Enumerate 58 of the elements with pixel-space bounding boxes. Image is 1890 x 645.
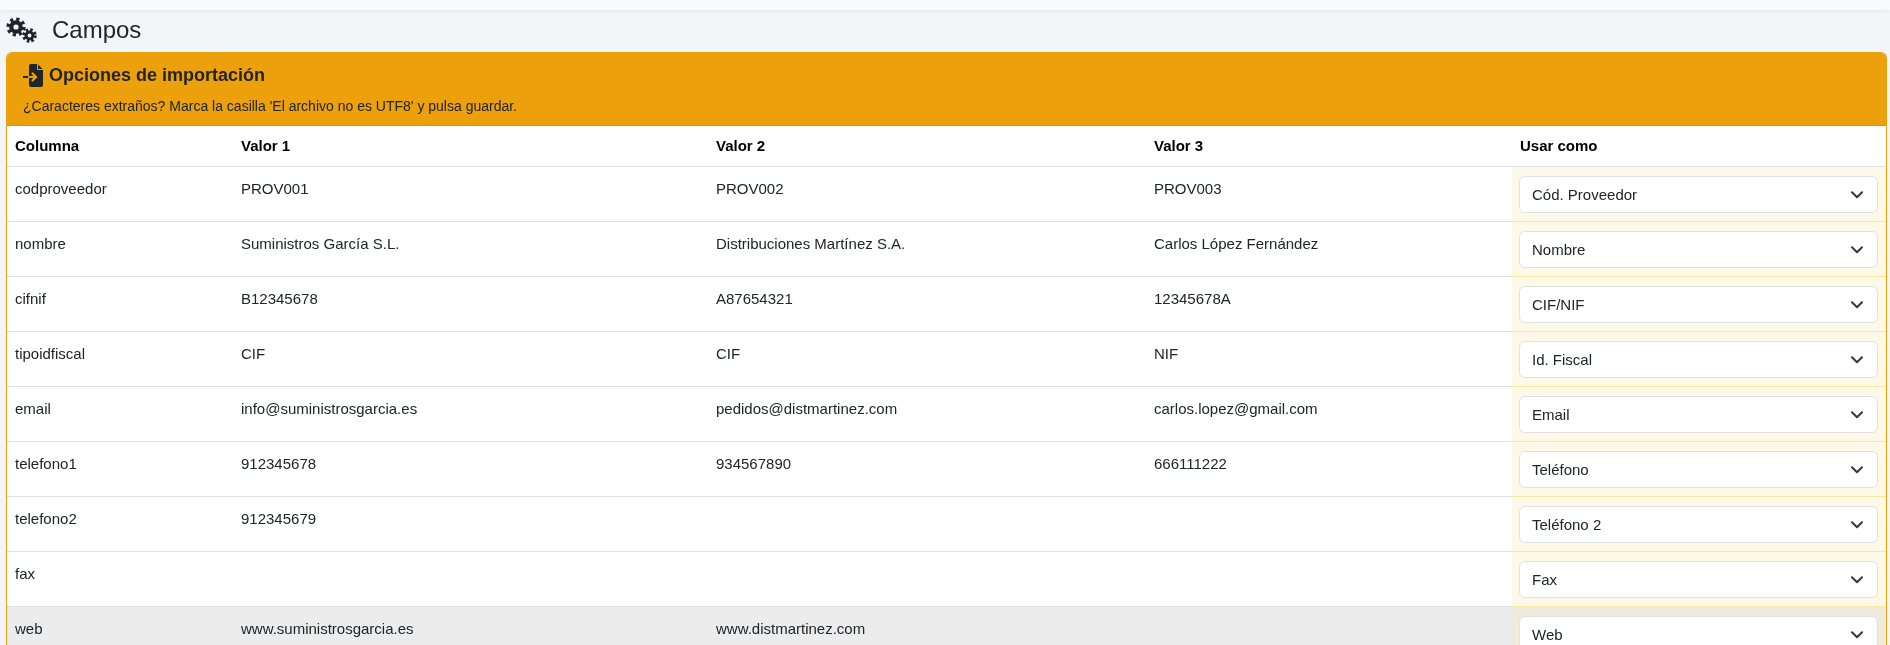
chevron-down-icon	[1851, 520, 1863, 529]
column-header: Columna	[15, 137, 80, 154]
use-as-select[interactable]: Id. Fiscal	[1519, 341, 1878, 378]
table-cell: 12345678A	[1154, 290, 1231, 307]
table-cell: Distribuciones Martínez S.A.	[716, 235, 906, 252]
table-cell: telefono2	[15, 510, 77, 527]
table-cell: carlos.lopez@gmail.com	[1154, 400, 1318, 417]
table-cell: 934567890	[716, 455, 792, 472]
card-message: ¿Caracteres extraños? Marca la casilla 'El archivo no es UTF8' y pulsa guardar.	[23, 97, 518, 116]
column-header: Valor 2	[716, 137, 766, 154]
use-as-select[interactable]: Web	[1519, 616, 1878, 645]
chevron-down-icon	[1851, 355, 1863, 364]
use-as-select[interactable]: Nombre	[1519, 231, 1878, 268]
use-as-select[interactable]: Email	[1519, 396, 1878, 433]
chevron-down-icon	[1851, 575, 1863, 584]
chevron-down-icon	[1851, 190, 1863, 199]
table-cell: telefono1	[15, 455, 77, 472]
table-cell: info@suministrosgarcia.es	[241, 400, 418, 417]
table-cell: codproveedor	[15, 180, 107, 197]
table-cell: CIF	[241, 345, 266, 362]
table-cell: cifnif	[15, 290, 46, 307]
column-header: Valor 3	[1154, 137, 1204, 154]
table-cell: nombre	[15, 235, 66, 252]
table-cell: CIF	[716, 345, 741, 362]
table-cell: PROV003	[1154, 180, 1222, 197]
table-cell: pedidos@distmartinez.com	[716, 400, 898, 417]
use-as-select[interactable]: Cód. Proveedor	[1519, 176, 1878, 213]
table-cell: NIF	[1154, 345, 1179, 362]
table-cell: Suministros García S.L.	[241, 235, 400, 252]
table-cell: 666111222	[1154, 455, 1227, 472]
use-as-select[interactable]: CIF/NIF	[1519, 286, 1878, 323]
use-as-select[interactable]: Teléfono	[1519, 451, 1878, 488]
table-cell: www.distmartinez.com	[716, 620, 866, 637]
table-cell: www.suministrosgarcia.es	[241, 620, 414, 637]
use-as-select[interactable]: Teléfono 2	[1519, 506, 1878, 543]
file-import-icon	[23, 63, 43, 87]
table-cell: B12345678	[241, 290, 318, 307]
card-title: Opciones de importación	[49, 64, 266, 87]
gears-icon	[6, 17, 37, 43]
table-cell: tipoidfiscal	[15, 345, 86, 362]
table-cell: web	[15, 620, 43, 637]
column-header: Valor 1	[241, 137, 291, 154]
chevron-down-icon	[1851, 245, 1863, 254]
table-cell: PROV002	[716, 180, 784, 197]
table-cell: 912345679	[241, 510, 317, 527]
table-cell: Carlos López Fernández	[1154, 235, 1319, 252]
chevron-down-icon	[1851, 410, 1863, 419]
table-cell: email	[15, 400, 51, 417]
chevron-down-icon	[1851, 630, 1863, 639]
use-as-select[interactable]: Fax	[1519, 561, 1878, 598]
table-cell: A87654321	[716, 290, 793, 307]
table-cell: fax	[15, 565, 35, 582]
table-cell: 912345678	[241, 455, 317, 472]
chevron-down-icon	[1851, 300, 1863, 309]
column-header: Usar como	[1520, 137, 1598, 154]
page-title: Campos	[52, 15, 142, 45]
chevron-down-icon	[1851, 465, 1863, 474]
table-cell: PROV001	[241, 180, 309, 197]
